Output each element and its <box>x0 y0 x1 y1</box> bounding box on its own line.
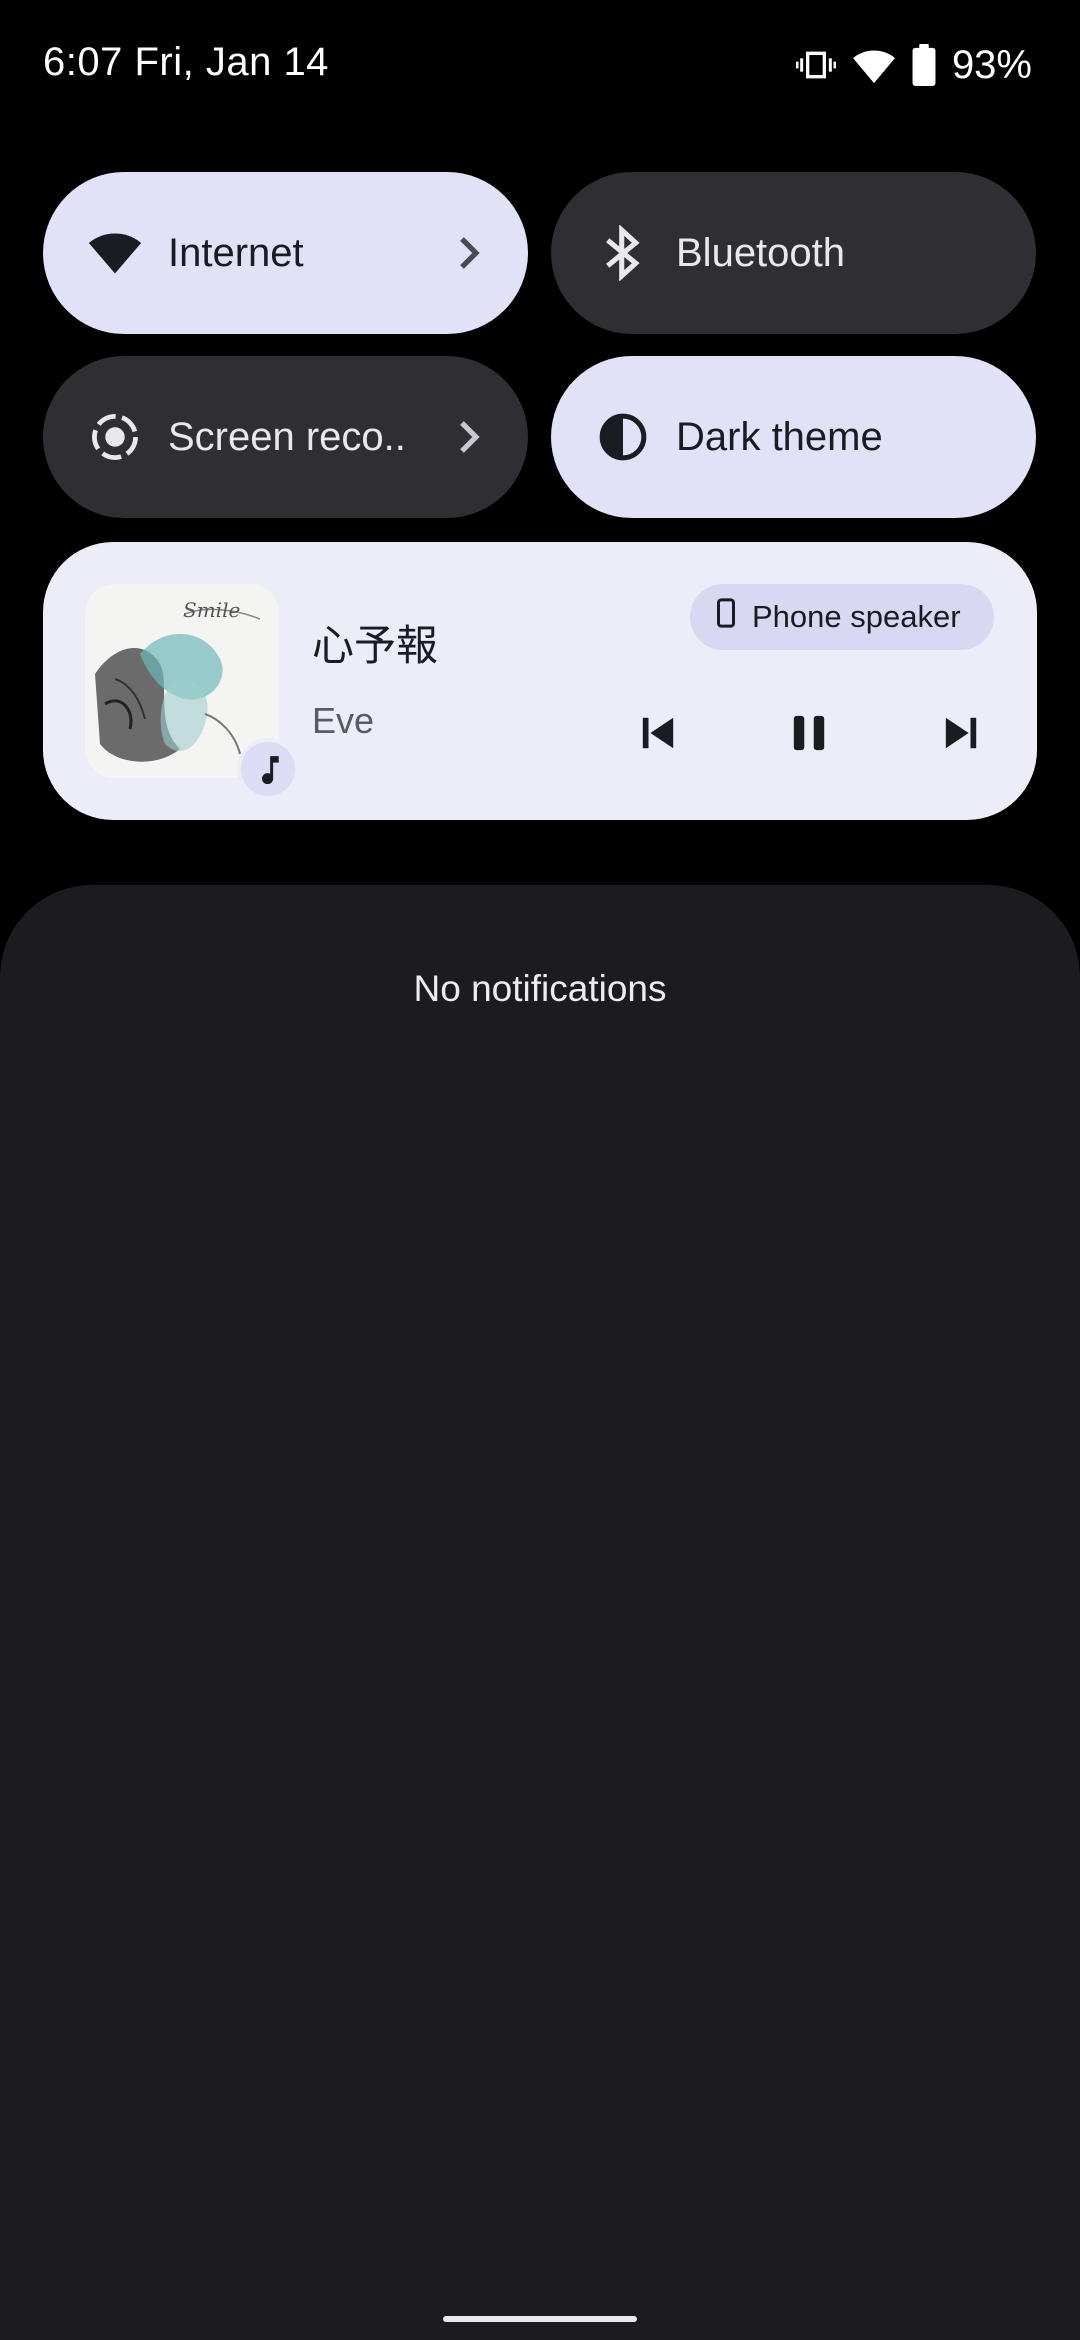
skip-previous-button[interactable] <box>618 695 698 775</box>
tile-dark-theme[interactable]: Dark theme <box>551 356 1036 518</box>
output-device-chip[interactable]: Phone speaker <box>690 584 994 650</box>
pause-button[interactable] <box>769 695 849 775</box>
notification-panel <box>0 885 1080 2340</box>
status-icons: 93% <box>795 40 1032 90</box>
battery-percent: 93% <box>951 42 1032 87</box>
output-device-label: Phone speaker <box>752 599 961 634</box>
pause-icon <box>790 713 828 758</box>
music-note-icon <box>237 738 299 800</box>
tile-bluetooth-label: Bluetooth <box>676 230 846 275</box>
wifi-icon <box>852 45 896 85</box>
screen-record-icon <box>85 407 145 467</box>
album-art-text: Smile <box>183 598 241 622</box>
skip-next-button[interactable] <box>921 695 1001 775</box>
vibrate-icon <box>795 45 836 85</box>
wifi-icon <box>85 223 145 283</box>
skip-previous-icon <box>638 714 678 757</box>
tile-dark-theme-label: Dark theme <box>676 414 883 459</box>
notification-shade: 6:07 Fri, Jan 14 93% Internet Bluetooth … <box>0 0 1080 2340</box>
gesture-nav-handle[interactable] <box>443 2316 637 2322</box>
chevron-right-icon <box>450 233 490 273</box>
skip-next-icon <box>941 714 981 757</box>
dark-theme-icon <box>593 407 653 467</box>
tile-internet[interactable]: Internet <box>43 172 528 334</box>
no-notifications-text: No notifications <box>413 968 667 1009</box>
phone-icon <box>716 598 736 636</box>
track-artist: Eve <box>312 700 375 741</box>
tile-screen-record[interactable]: Screen reco.. <box>43 356 528 518</box>
bluetooth-icon <box>593 223 653 283</box>
tile-screen-record-label: Screen reco.. <box>168 414 406 459</box>
track-title: 心予報 <box>312 622 439 669</box>
chevron-right-icon <box>450 417 490 457</box>
status-bar: 6:07 Fri, Jan 14 93% <box>0 0 1080 130</box>
tile-internet-label: Internet <box>168 230 304 275</box>
status-time: 6:07 Fri, Jan 14 <box>43 40 329 84</box>
battery-icon <box>912 44 936 86</box>
tile-bluetooth[interactable]: Bluetooth <box>551 172 1036 334</box>
